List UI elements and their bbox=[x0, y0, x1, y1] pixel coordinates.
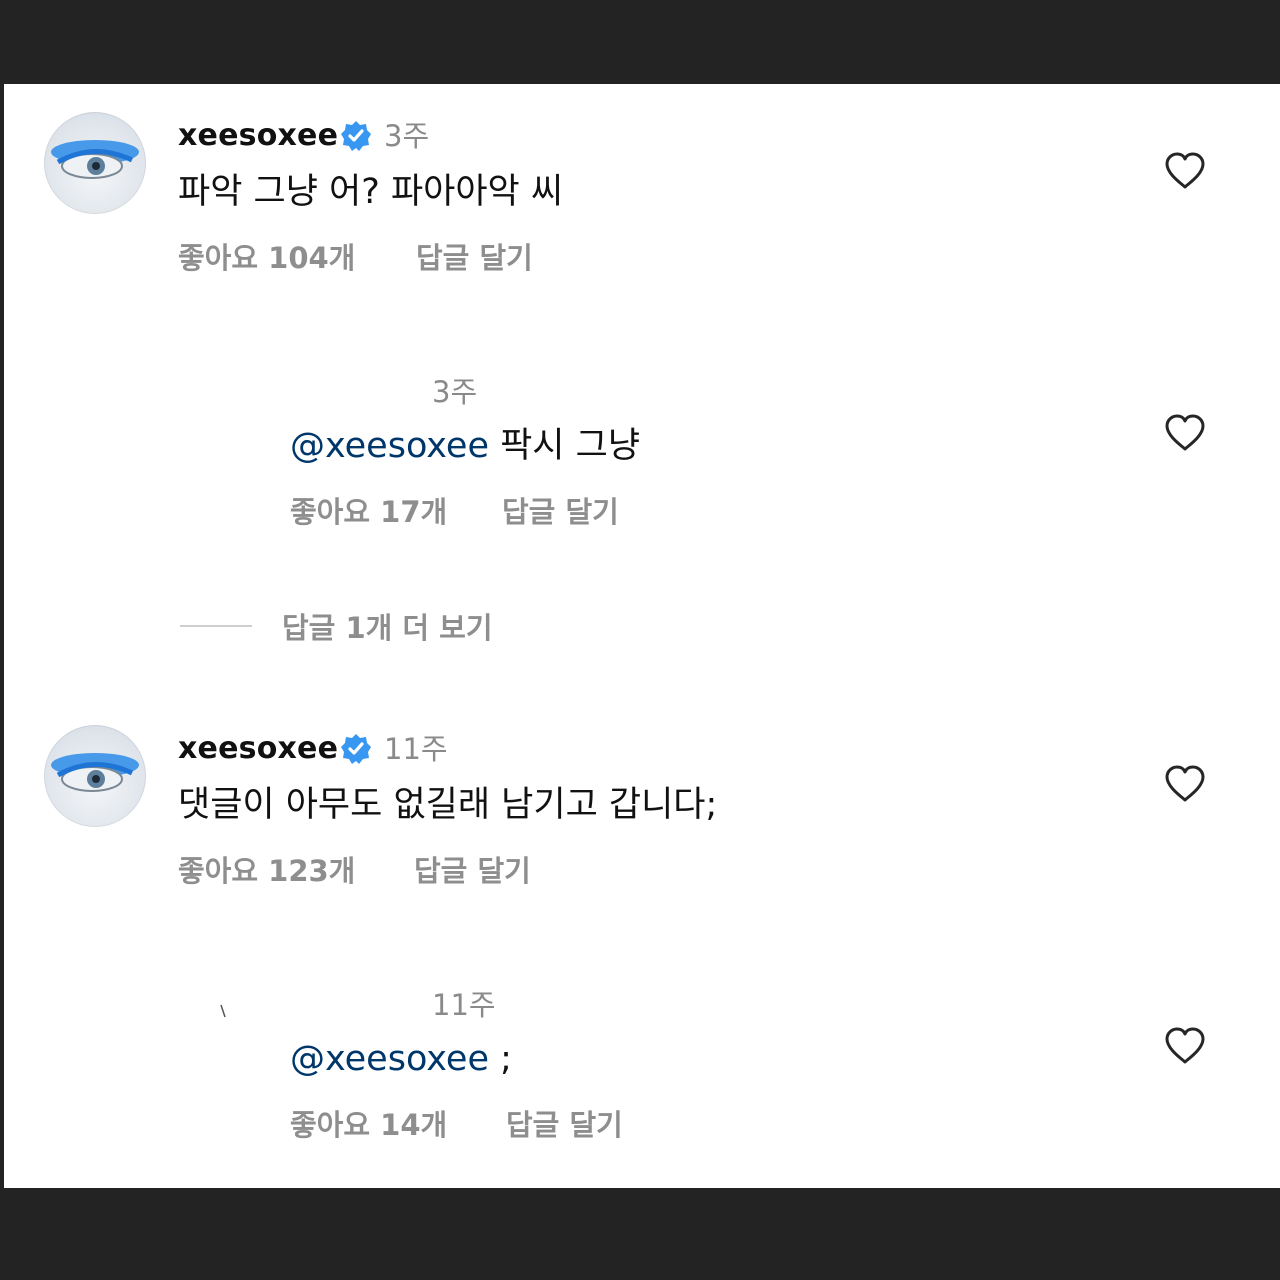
view-more-replies[interactable]: 답글 1개 더 보기 bbox=[180, 606, 493, 646]
comment-text: 댓글이 아무도 없길래 남기고 갑니다; bbox=[178, 785, 718, 825]
verified-badge-icon bbox=[340, 120, 372, 152]
reply-text: @xeesoxee 팍시 그냥 bbox=[290, 424, 640, 468]
comment-username[interactable]: xeesoxee bbox=[178, 731, 338, 767]
reply-body: 팍시 그냥 bbox=[488, 426, 641, 466]
divider-line bbox=[180, 625, 252, 627]
avatar-eye-image bbox=[51, 140, 139, 179]
like-count[interactable]: 좋아요 17개 bbox=[290, 494, 447, 530]
avatar[interactable] bbox=[44, 112, 146, 214]
reply-time: 3주 bbox=[432, 375, 478, 409]
comment-time: 3주 bbox=[384, 119, 430, 153]
avatar[interactable] bbox=[44, 725, 146, 827]
avatar-eye-image bbox=[51, 753, 139, 792]
reply-time: 11주 bbox=[432, 988, 496, 1022]
reply-button[interactable]: 답글 달기 bbox=[502, 494, 619, 530]
comment-time: 11주 bbox=[384, 732, 448, 766]
view-more-label: 답글 1개 더 보기 bbox=[282, 611, 493, 645]
reply-button[interactable]: 답글 달기 bbox=[506, 1107, 623, 1143]
comment-text: 파악 그냥 어? 파아아악 씨 bbox=[178, 172, 564, 212]
like-count[interactable]: 좋아요 104개 bbox=[178, 240, 355, 276]
mention-link[interactable]: @xeesoxee bbox=[290, 1039, 489, 1079]
reply-text: @xeesoxee ; bbox=[290, 1037, 512, 1081]
like-count[interactable]: 좋아요 123개 bbox=[178, 853, 355, 889]
decorative-mark bbox=[220, 1004, 226, 1018]
mention-link[interactable]: @xeesoxee bbox=[290, 426, 489, 466]
comment-username[interactable]: xeesoxee bbox=[178, 118, 338, 154]
comments-panel: xeesoxee 3주 파악 그냥 어? 파아아악 씨 좋아요 104개 답글 … bbox=[4, 84, 1280, 1188]
heart-outline-icon[interactable] bbox=[1164, 152, 1206, 190]
reply-button[interactable]: 답글 달기 bbox=[414, 853, 531, 889]
like-count[interactable]: 좋아요 14개 bbox=[290, 1107, 447, 1143]
reply-button[interactable]: 답글 달기 bbox=[416, 240, 533, 276]
reply-body: ; bbox=[488, 1039, 512, 1079]
heart-outline-icon[interactable] bbox=[1164, 1027, 1206, 1065]
heart-outline-icon[interactable] bbox=[1164, 765, 1206, 803]
verified-badge-icon bbox=[340, 733, 372, 765]
heart-outline-icon[interactable] bbox=[1164, 414, 1206, 452]
